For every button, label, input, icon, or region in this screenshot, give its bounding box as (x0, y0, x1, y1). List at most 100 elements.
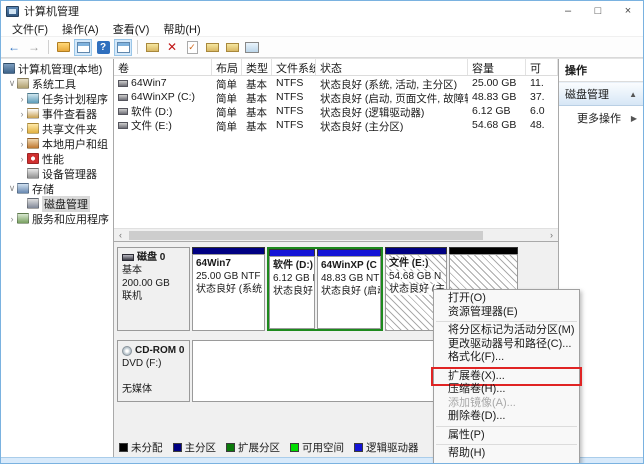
tree-item-performance[interactable]: › 性能 (1, 151, 113, 166)
action-pane-icon[interactable] (114, 39, 132, 56)
close-button[interactable]: × (613, 1, 643, 21)
help-icon[interactable]: ? (94, 39, 112, 56)
minimize-button[interactable]: – (553, 1, 583, 21)
col-capacity[interactable]: 容量 (468, 59, 526, 75)
legend-free-swatch (290, 443, 299, 452)
chevron-right-icon[interactable]: › (17, 109, 27, 119)
table-row[interactable]: 软件 (D:) 简单 基本 NTFS 状态良好 (逻辑驱动器) 6.12 GB … (114, 104, 558, 118)
display-options-icon[interactable] (243, 39, 261, 56)
tree-item-task-scheduler[interactable]: › 任务计划程序 (1, 91, 113, 106)
horizontal-scrollbar[interactable]: ‹ › (114, 228, 558, 241)
col-layout[interactable]: 布局 (212, 59, 242, 75)
tree-item-system-tools[interactable]: ∨ 系统工具 (1, 76, 113, 91)
col-status[interactable]: 状态 (316, 59, 468, 75)
volume-icon (118, 122, 128, 129)
partition-d[interactable]: 软件 (D:) 6.12 GB N 状态良好 (逻 (269, 249, 315, 329)
chevron-right-icon[interactable]: › (17, 94, 27, 104)
legend-extended-swatch (226, 443, 235, 452)
menu-view[interactable]: 查看(V) (106, 21, 157, 37)
menu-item-shrink-volume[interactable]: 压缩卷(H)... (434, 383, 579, 397)
table-row[interactable]: 文件 (E:) 简单 基本 NTFS 状态良好 (主分区) 54.68 GB 4… (114, 118, 558, 132)
shared-folders-icon (27, 123, 39, 134)
tree-item-disk-management[interactable]: 磁盘管理 (1, 196, 113, 211)
tree-item-services-applications[interactable]: › 服务和应用程序 (1, 211, 113, 226)
menu-bar: 文件(F) 操作(A) 查看(V) 帮助(H) (1, 21, 643, 37)
legend-primary-swatch (173, 443, 182, 452)
col-free[interactable]: 可 (526, 59, 558, 75)
device-manager-icon (27, 168, 39, 179)
cdrom-media-area[interactable] (192, 340, 442, 402)
table-row[interactable]: 64WinXP (C:) 简单 基本 NTFS 状态良好 (启动, 页面文件, … (114, 90, 558, 104)
disk-legend: 未分配 主分区 扩展分区 可用空间 逻辑驱动器 (119, 440, 419, 455)
toolbar-separator (137, 40, 138, 54)
tree-item-computer-management[interactable]: 计算机管理(本地) (1, 61, 113, 76)
menu-item-explorer[interactable]: 资源管理器(E) (434, 306, 579, 320)
partition-64win7[interactable]: 64Win7 25.00 GB NTF 状态良好 (系统 (192, 247, 265, 331)
menu-item-extend-volume[interactable]: 扩展卷(X)... (434, 370, 579, 384)
volume-icon (118, 108, 128, 115)
table-row[interactable]: 64Win7 简单 基本 NTFS 状态良好 (系统, 活动, 主分区) 25.… (114, 76, 558, 90)
extended-partition-border: 软件 (D:) 6.12 GB N 状态良好 (逻 64WinXP (C 48.… (267, 247, 383, 331)
delete-volume-icon[interactable]: ✕ (163, 39, 181, 56)
chevron-right-icon[interactable]: › (7, 214, 17, 224)
scrollbar-thumb[interactable] (129, 231, 483, 240)
actions-section-disk-management[interactable]: 磁盘管理 ▲ (559, 82, 643, 106)
back-icon[interactable]: ← (5, 39, 23, 56)
console-window-icon[interactable] (74, 39, 92, 56)
scroll-left-icon[interactable]: ‹ (114, 230, 127, 240)
tree-item-local-users-groups[interactable]: › 本地用户和组 (1, 136, 113, 151)
forward-icon[interactable]: → (25, 39, 43, 56)
maximize-button[interactable]: □ (583, 1, 613, 21)
chevron-down-icon[interactable]: ∨ (7, 78, 17, 89)
rescan-icon[interactable] (143, 39, 161, 56)
menu-help[interactable]: 帮助(H) (156, 21, 207, 37)
menu-action[interactable]: 操作(A) (55, 21, 106, 37)
partition-c[interactable]: 64WinXP (C 48.83 GB NTF 状态良好 (启动 (317, 249, 381, 329)
title-bar: 计算机管理 – □ × (1, 1, 643, 21)
cdrom-0-label[interactable]: CD-ROM 0 DVD (F:) 无媒体 (117, 340, 190, 402)
col-type[interactable]: 类型 (242, 59, 272, 75)
services-icon (17, 213, 29, 224)
volume-icon (118, 80, 128, 87)
menu-item-help[interactable]: 帮助(H) (434, 447, 579, 461)
tree-item-shared-folders[interactable]: › 共享文件夹 (1, 121, 113, 136)
partition-color-bar (449, 247, 518, 254)
volume-icon (118, 94, 128, 101)
menu-item-properties[interactable]: 属性(P) (434, 429, 579, 443)
window-title: 计算机管理 (24, 3, 79, 19)
event-viewer-icon (27, 108, 39, 119)
menu-separator (436, 321, 577, 322)
collapse-icon[interactable]: ▲ (629, 90, 637, 99)
task-scheduler-icon (27, 93, 39, 104)
tree-item-storage[interactable]: ∨ 存储 (1, 181, 113, 196)
tree-item-event-viewer[interactable]: › 事件查看器 (1, 106, 113, 121)
chevron-down-icon[interactable]: ∨ (7, 183, 17, 194)
menu-item-change-drive-letter[interactable]: 更改驱动器号和路径(C)... (434, 338, 579, 352)
chevron-right-icon[interactable]: › (17, 154, 27, 164)
chevron-right-icon[interactable]: › (17, 124, 27, 134)
volume-table-header: 卷 布局 类型 文件系统 状态 容量 可 (114, 59, 558, 76)
show-tree-icon[interactable] (54, 39, 72, 56)
edit-disk-icon[interactable] (223, 39, 241, 56)
menu-item-mark-active[interactable]: 将分区标记为活动分区(M) (434, 324, 579, 338)
menu-item-format[interactable]: 格式化(F)... (434, 351, 579, 365)
more-actions-item[interactable]: 更多操作 ▶ (559, 106, 643, 130)
menu-item-delete-volume[interactable]: 删除卷(D)... (434, 410, 579, 424)
menu-item-open[interactable]: 打开(O) (434, 292, 579, 306)
chevron-right-icon[interactable]: › (17, 139, 27, 149)
tree-item-device-manager[interactable]: 设备管理器 (1, 166, 113, 181)
col-volume[interactable]: 卷 (114, 59, 212, 75)
properties-doc-icon[interactable]: ✓ (183, 39, 201, 56)
disk-0-label[interactable]: 磁盘 0 基本 200.00 GB 联机 (117, 247, 190, 331)
col-filesystem[interactable]: 文件系统 (272, 59, 316, 75)
legend-unallocated-swatch (119, 443, 128, 452)
disk-management-icon (27, 198, 39, 209)
storage-icon (17, 183, 29, 194)
computer-management-window: 计算机管理 – □ × 文件(F) 操作(A) 查看(V) 帮助(H) ← → … (0, 0, 644, 464)
menu-item-add-mirror: 添加镜像(A)... (434, 397, 579, 411)
scroll-right-icon[interactable]: › (545, 230, 558, 240)
menu-separator (436, 367, 577, 368)
toolbar-separator (48, 40, 49, 54)
menu-file[interactable]: 文件(F) (5, 21, 55, 37)
up-disk-icon[interactable] (203, 39, 221, 56)
